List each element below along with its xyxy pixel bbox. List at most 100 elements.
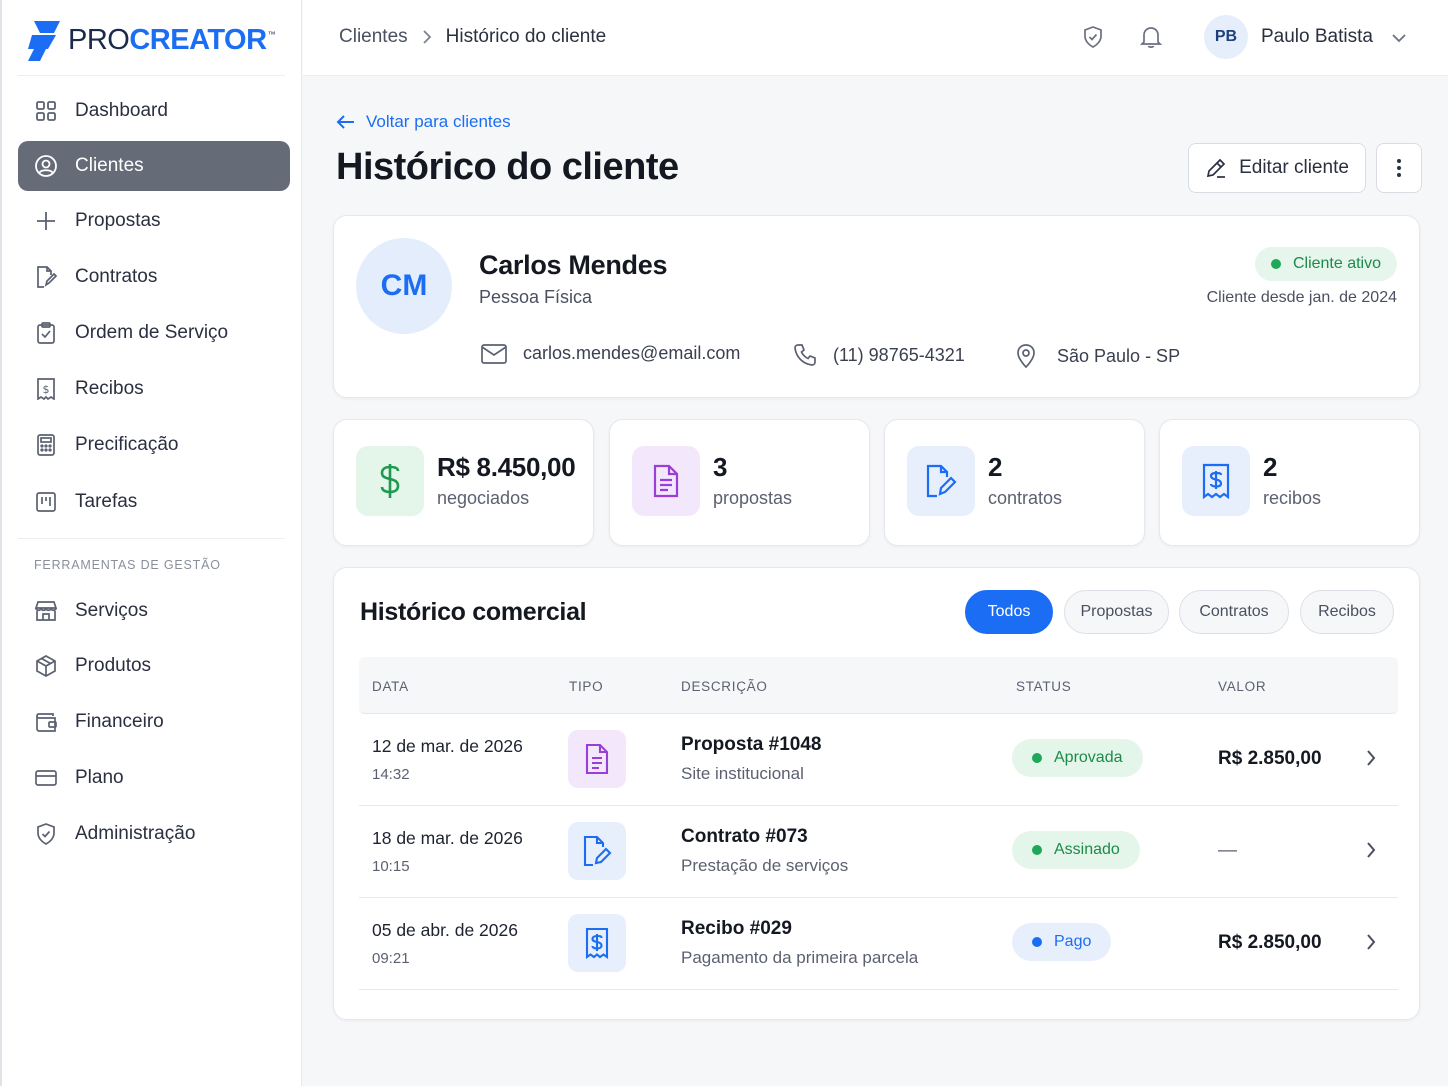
client-phone-text: (11) 98765-4321: [833, 344, 965, 365]
row-subtitle: Prestação de serviços: [681, 856, 849, 875]
credit-card-icon: [33, 765, 59, 791]
shield-icon[interactable]: [1080, 24, 1106, 50]
table-row[interactable]: 18 de mar. de 2026 10:15 Contrato #073 P…: [359, 806, 1398, 898]
chevron-right-icon[interactable]: [1365, 932, 1377, 957]
more-vertical-icon: [1397, 159, 1401, 177]
sidebar-item-precificacao[interactable]: Precificação: [18, 420, 290, 470]
edit-client-button[interactable]: Editar cliente: [1188, 143, 1366, 193]
sidebar-item-clientes[interactable]: Clientes: [18, 141, 290, 191]
client-email[interactable]: carlos.mendes@email.com: [481, 343, 740, 364]
pencil-icon: [1206, 158, 1226, 178]
sidebar-item-label: Recibos: [75, 378, 144, 399]
row-subtitle: Site institucional: [681, 764, 804, 783]
sidebar-item-label: Dashboard: [75, 100, 168, 121]
document-edit-icon: [907, 446, 975, 516]
filter-recibos[interactable]: Recibos: [1300, 590, 1394, 634]
store-icon: [33, 598, 59, 624]
breadcrumb-clientes[interactable]: Clientes: [339, 26, 408, 48]
table-row[interactable]: 12 de mar. de 2026 14:32 Proposta #1048 …: [359, 714, 1398, 806]
row-subtitle: Pagamento da primeira parcela: [681, 948, 919, 967]
column-header-descricao: DESCRIÇÃO: [681, 679, 768, 694]
sidebar-item-financeiro[interactable]: Financeiro: [18, 697, 290, 747]
sidebar-item-label: Serviços: [75, 600, 148, 621]
client-card: CM Carlos Mendes Pessoa Física Cliente a…: [333, 215, 1420, 398]
filter-contratos[interactable]: Contratos: [1179, 590, 1289, 634]
document-edit-icon: [33, 264, 59, 290]
grid-icon: [33, 98, 59, 124]
stat-label: contratos: [988, 488, 1063, 508]
status-label: Pago: [1054, 933, 1092, 950]
chevron-right-icon: [422, 29, 432, 45]
svg-text:$: $: [43, 383, 50, 396]
user-name[interactable]: Paulo Batista: [1261, 26, 1373, 48]
sidebar-item-plano[interactable]: Plano: [18, 753, 290, 803]
sidebar-item-ordem-de-servico[interactable]: Ordem de Serviço: [18, 308, 290, 358]
more-options-button[interactable]: [1376, 143, 1422, 193]
sidebar-item-label: Administração: [75, 823, 196, 844]
divider: [18, 538, 285, 539]
table-header: DATA TIPO DESCRIÇÃO STATUS VALOR: [359, 657, 1398, 714]
chevron-down-icon[interactable]: [1391, 27, 1407, 54]
status-label: Aprovada: [1054, 749, 1123, 766]
receipt-icon: [568, 914, 626, 972]
table-row[interactable]: 05 de abr. de 2026 09:21 Recibo #029 Pag…: [359, 898, 1398, 990]
status-badge-label: Cliente ativo: [1292, 255, 1381, 272]
edit-client-label: Editar cliente: [1239, 157, 1349, 178]
column-header-data: DATA: [372, 679, 409, 694]
user-circle-icon: [33, 153, 59, 179]
row-date: 18 de mar. de 2026: [372, 828, 523, 848]
clipboard-icon: [33, 320, 59, 346]
stat-label: recibos: [1263, 488, 1322, 508]
client-avatar: CM: [356, 238, 452, 334]
breadcrumb-current: Histórico do cliente: [445, 26, 607, 47]
logo[interactable]: PRO CREATOR ™: [26, 18, 276, 62]
sidebar-item-propostas[interactable]: Propostas: [18, 196, 290, 246]
column-header-status: STATUS: [1016, 679, 1072, 694]
row-value: —: [1218, 840, 1237, 861]
client-location-text: São Paulo - SP: [1057, 345, 1181, 366]
sidebar-item-label: Financeiro: [75, 711, 164, 732]
chevron-right-icon[interactable]: [1365, 840, 1377, 865]
stat-card-propostas: 3 propostas: [609, 419, 870, 546]
filter-propostas[interactable]: Propostas: [1064, 590, 1169, 634]
status-badge: Pago: [1012, 923, 1112, 961]
client-phone[interactable]: (11) 98765-4321: [793, 343, 965, 367]
sidebar-item-recibos[interactable]: $ Recibos: [18, 364, 290, 414]
row-time: 09:21: [372, 950, 410, 967]
box-icon: [33, 653, 59, 679]
dollar-icon: [356, 446, 424, 516]
shield-check-icon: [33, 821, 59, 847]
chevron-right-icon[interactable]: [1365, 748, 1377, 773]
sidebar-item-contratos[interactable]: Contratos: [18, 252, 290, 302]
sidebar: PRO CREATOR ™ Dashboard Clientes Propostas…: [0, 0, 302, 1086]
section-title: FERRAMENTAS DE GESTÃO: [34, 558, 221, 572]
document-edit-icon: [568, 822, 626, 880]
client-email-text: carlos.mendes@email.com: [523, 343, 741, 363]
stat-value: 3: [713, 452, 728, 482]
stat-value: 2: [988, 452, 1003, 482]
status-dot: [1032, 753, 1042, 763]
sidebar-item-administracao[interactable]: Administração: [18, 809, 290, 859]
sidebar-item-label: Tarefas: [75, 491, 138, 512]
status-badge: Cliente ativo: [1254, 247, 1397, 281]
page-title: Histórico do cliente: [336, 146, 679, 188]
bell-icon[interactable]: [1138, 24, 1164, 50]
sidebar-item-servicos[interactable]: Serviços: [18, 586, 290, 636]
client-type: Pessoa Física: [479, 287, 593, 307]
topbar: Clientes Histórico do cliente PB Paulo B…: [303, 0, 1448, 76]
stat-card-recibos: 2 recibos: [1159, 419, 1420, 546]
row-date: 12 de mar. de 2026: [372, 736, 523, 756]
document-icon: [568, 730, 626, 788]
filter-todos[interactable]: Todos: [965, 590, 1053, 634]
back-link[interactable]: Voltar para clientes: [336, 112, 511, 132]
logo-text-pro: PRO: [68, 23, 130, 56]
status-dot: [1270, 259, 1281, 269]
sidebar-item-label: Clientes: [75, 155, 144, 176]
sidebar-item-dashboard[interactable]: Dashboard: [18, 86, 290, 136]
sidebar-item-produtos[interactable]: Produtos: [18, 641, 290, 691]
status-label: Assinado: [1054, 841, 1120, 858]
logo-trademark: ™: [267, 29, 276, 39]
avatar[interactable]: PB: [1204, 15, 1248, 59]
sidebar-item-tarefas[interactable]: Tarefas: [18, 477, 290, 527]
row-time: 10:15: [372, 858, 410, 875]
